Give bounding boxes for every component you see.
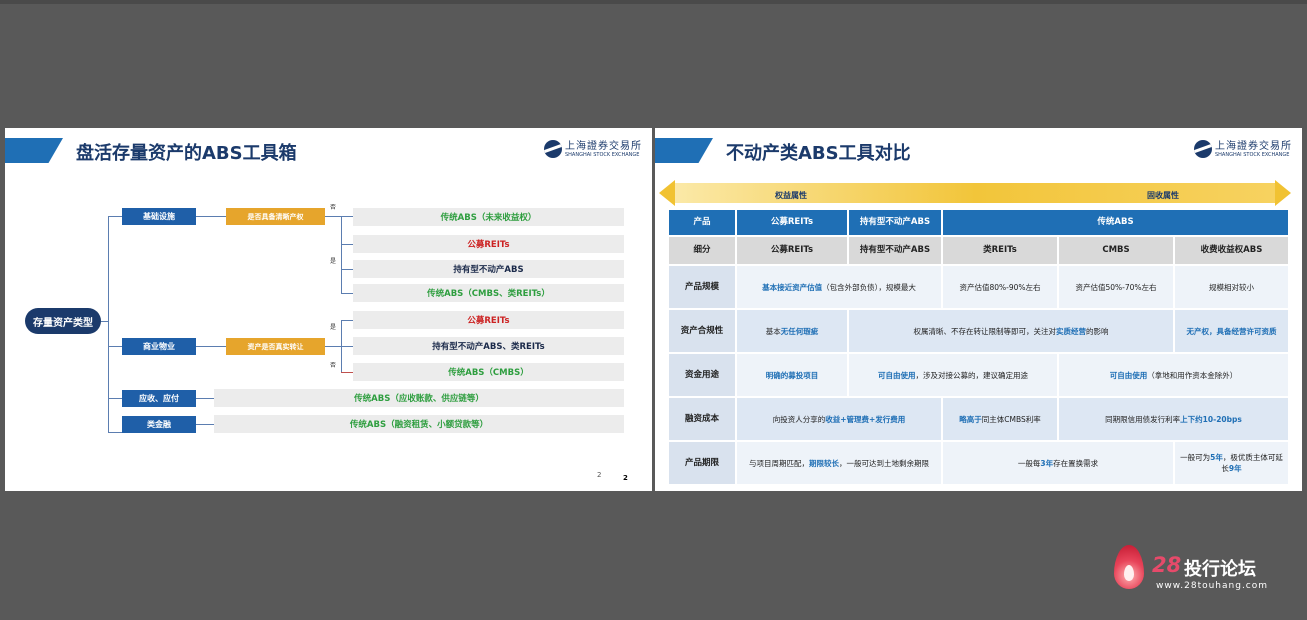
result-item[interactable]: 传统ABS（未来收益权）: [353, 208, 624, 226]
watermark-number: 28: [1152, 553, 1182, 577]
table-cell: 同期限信用债发行利率上下约10-20bps: [1059, 398, 1288, 440]
page-number-bold: 2: [623, 474, 628, 482]
result-item[interactable]: 持有型不动产ABS: [353, 260, 624, 278]
table-cell: 基本无任何瑕疵: [737, 310, 847, 352]
arrow-line: [196, 346, 226, 347]
subheader-hold-abs: 持有型不动产ABS: [849, 237, 941, 264]
logo-chinese: 上海證券交易所: [565, 140, 642, 152]
header-accent-shape: [655, 138, 713, 163]
branch-line: [108, 398, 122, 399]
table-cell: 资产估值80%-90%左右: [943, 266, 1057, 308]
label-yes: 是: [330, 258, 337, 265]
branch-line: [341, 320, 353, 321]
branch-line: [108, 216, 122, 217]
attribute-spectrum-arrow: 权益属性 固收属性: [659, 180, 1291, 206]
table-cell: 与项目周期匹配，期限较长，一般可达到土地剩余期限: [737, 442, 941, 484]
category-commercial-property[interactable]: 商业物业: [122, 338, 196, 355]
table-cell: 资产估值50%-70%左右: [1059, 266, 1173, 308]
table-cell: 基本接近资产估值（包含外部负债），规模最大: [737, 266, 941, 308]
branch-line: [341, 372, 353, 373]
result-item[interactable]: 传统ABS（融资租赁、小额贷款等）: [214, 415, 624, 433]
label-no: 否: [330, 204, 337, 211]
arrow-line: [196, 398, 214, 399]
sse-logo: 上海證券交易所 SHANGHAI STOCK EXCHANGE: [544, 140, 642, 158]
forum-watermark: 28 投行论坛 www.28touhang.com: [1112, 543, 1282, 598]
row-label-compliance: 资产合规性: [669, 310, 735, 352]
banner-equity-label: 权益属性: [775, 191, 807, 200]
table-cell: 权属清晰、不存在转让限制等即可，关注对实质经营的影响: [849, 310, 1173, 352]
header-hold-abs: 持有型不动产ABS: [849, 210, 941, 235]
question-true-transfer[interactable]: 资产是否真实转让: [226, 338, 325, 355]
logo-chinese: 上海證券交易所: [1215, 140, 1292, 152]
result-item[interactable]: 持有型不动产ABS、类REITs: [353, 337, 624, 355]
branch-line: [341, 244, 353, 245]
decision-line: [341, 216, 342, 293]
header-reits: 公募REITs: [737, 210, 847, 235]
result-item[interactable]: 传统ABS（应收账款、供应链等）: [214, 389, 624, 407]
sse-logo-icon: [1194, 140, 1212, 158]
table-cell: 无产权，具备经营许可资质: [1175, 310, 1288, 352]
root-node[interactable]: 存量资产类型: [25, 308, 101, 334]
decision-line: [341, 320, 342, 372]
sse-logo-icon: [544, 140, 562, 158]
arrow-line: [325, 346, 353, 347]
category-quasi-financial[interactable]: 类金融: [122, 416, 196, 433]
category-infrastructure[interactable]: 基础设施: [122, 208, 196, 225]
sse-logo: 上海證券交易所 SHANGHAI STOCK EXCHANGE: [1194, 140, 1292, 158]
banner-fixed-income-label: 固收属性: [1147, 191, 1179, 200]
root-connector: [101, 321, 109, 322]
header-traditional-abs: 传统ABS: [943, 210, 1288, 235]
subheader-breakdown: 细分: [669, 237, 735, 264]
table-cell: 略高于同主体CMBS利率: [943, 398, 1057, 440]
arrow-line: [196, 424, 214, 425]
label-yes: 是: [330, 324, 337, 331]
result-item[interactable]: 公募REITs: [353, 235, 624, 253]
header-accent-shape: [5, 138, 63, 163]
branch-line: [108, 346, 122, 347]
tree-trunk-line: [108, 216, 109, 432]
subheader-fee-abs: 收费收益权ABS: [1175, 237, 1288, 264]
table-cell: 明确的募投项目: [737, 354, 847, 396]
logo-english: SHANGHAI STOCK EXCHANGE: [565, 151, 640, 158]
question-clear-title[interactable]: 是否具备清晰产权: [226, 208, 325, 225]
logo-english: SHANGHAI STOCK EXCHANGE: [1215, 151, 1290, 158]
subheader-reits: 公募REITs: [737, 237, 847, 264]
subheader-cmbs: CMBS: [1059, 237, 1173, 264]
branch-line: [108, 432, 122, 433]
arrow-right-icon: [1275, 180, 1291, 206]
window-top-border: [0, 0, 1307, 4]
watermark-name: 投行论坛: [1184, 559, 1256, 580]
branch-line: [341, 269, 353, 270]
page-number: 2: [597, 471, 602, 479]
result-item[interactable]: 传统ABS（CMBS）: [353, 363, 624, 381]
slide-abs-toolbox[interactable]: 盘活存量资产的ABS工具箱 上海證券交易所 SHANGHAI STOCK EXC…: [5, 128, 652, 491]
flame-logo-icon: [1114, 545, 1144, 589]
category-receivables[interactable]: 应收、应付: [122, 390, 196, 407]
table-cell: 规模相对较小: [1175, 266, 1288, 308]
watermark-url: www.28touhang.com: [1156, 581, 1269, 591]
branch-line: [341, 293, 353, 294]
arrow-line: [325, 216, 353, 217]
result-item[interactable]: 公募REITs: [353, 311, 624, 329]
arrow-line: [196, 216, 226, 217]
row-label-financing-cost: 融资成本: [669, 398, 735, 440]
table-cell: 一般可为5年，极优质主体可延长9年: [1175, 442, 1288, 484]
label-no: 否: [330, 362, 337, 369]
slide-title: 盘活存量资产的ABS工具箱: [76, 143, 297, 164]
arrow-left-icon: [659, 180, 675, 206]
subheader-quasi-reits: 类REITs: [943, 237, 1057, 264]
table-cell: 一般每3年存在置换需求: [943, 442, 1173, 484]
table-cell: 可自由使用（拿地和用作资本金除外）: [1059, 354, 1288, 396]
header-product: 产品: [669, 210, 735, 235]
slide-abs-comparison[interactable]: 不动产类ABS工具对比 上海證券交易所 SHANGHAI STOCK EXCHA…: [655, 128, 1302, 491]
result-item[interactable]: 传统ABS（CMBS、类REITs）: [353, 284, 624, 302]
row-label-scale: 产品规模: [669, 266, 735, 308]
row-label-term: 产品期限: [669, 442, 735, 484]
table-cell: 向投资人分享的收益+管理费+发行费用: [737, 398, 941, 440]
row-label-use-of-funds: 资金用途: [669, 354, 735, 396]
table-cell: 可自由使用，涉及对接公募的，建议确定用途: [849, 354, 1057, 396]
slide-title: 不动产类ABS工具对比: [726, 143, 911, 164]
